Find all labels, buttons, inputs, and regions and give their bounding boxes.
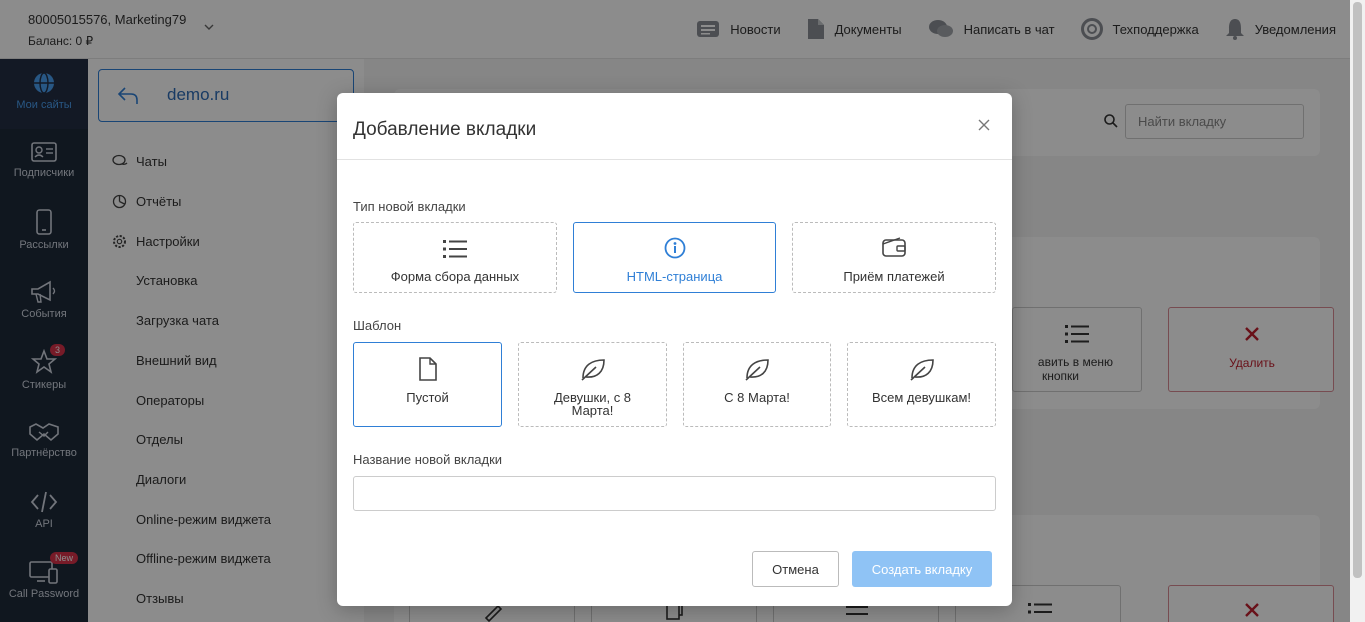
- template-option-blank[interactable]: Пустой: [353, 342, 502, 427]
- info-icon: [664, 237, 685, 259]
- type-option-html-page[interactable]: HTML-страница: [573, 222, 776, 293]
- type-option-label: Приём платежей: [843, 269, 945, 284]
- blank-file-icon: [418, 357, 437, 381]
- type-option-label: HTML-страница: [626, 269, 723, 284]
- cancel-button[interactable]: Отмена: [752, 551, 839, 587]
- type-option-payments[interactable]: Приём платежей: [792, 222, 996, 293]
- tab-type-label: Тип новой вкладки: [353, 199, 466, 214]
- dialog-title: Добавление вкладки: [353, 119, 537, 140]
- page-scrollbar[interactable]: [1350, 0, 1365, 622]
- type-option-data-form[interactable]: Форма сбора данных: [353, 222, 557, 293]
- template-option-label: С 8 Марта!: [724, 390, 790, 405]
- template-option-march8-girls[interactable]: Девушки, с 8 Марта!: [518, 342, 667, 427]
- template-option-all-girls[interactable]: Всем девушкам!: [847, 342, 996, 427]
- add-tab-dialog: Добавление вкладки Тип новой вкладки Фор…: [337, 93, 1012, 606]
- tab-name-input[interactable]: [353, 476, 996, 511]
- dialog-divider: [337, 159, 1012, 160]
- list-icon: [443, 240, 467, 258]
- scrollbar-thumb[interactable]: [1353, 2, 1362, 578]
- type-option-label: Форма сбора данных: [390, 269, 520, 284]
- template-option-label: Девушки, с 8 Марта!: [553, 390, 632, 418]
- wallet-icon: [882, 237, 906, 257]
- leaf-icon: [580, 359, 605, 381]
- template-option-label: Всем девушкам!: [871, 390, 972, 405]
- close-icon[interactable]: [977, 118, 991, 132]
- template-option-label: Пустой: [406, 390, 449, 405]
- template-option-march8[interactable]: С 8 Марта!: [683, 342, 831, 427]
- tab-name-label: Название новой вкладки: [353, 452, 503, 467]
- leaf-icon: [745, 359, 769, 381]
- leaf-icon: [909, 359, 934, 381]
- create-tab-button[interactable]: Создать вкладку: [852, 551, 992, 587]
- template-label: Шаблон: [353, 318, 402, 333]
